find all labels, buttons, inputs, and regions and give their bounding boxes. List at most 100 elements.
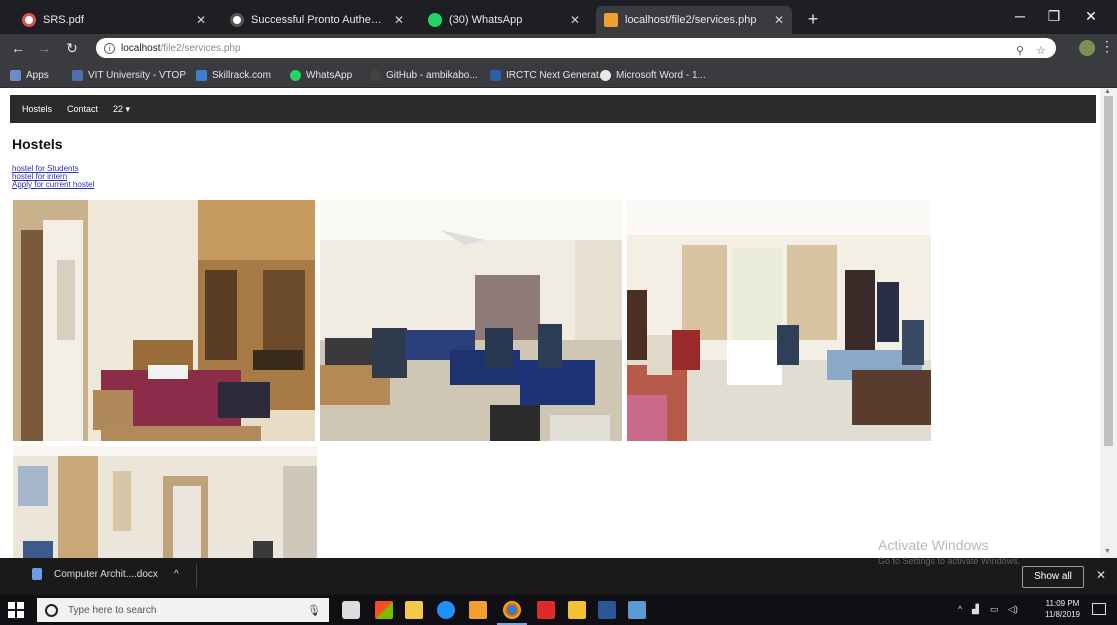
whatsapp-favicon-icon bbox=[428, 13, 442, 27]
word-icon[interactable] bbox=[598, 601, 616, 619]
new-tab-button[interactable]: + bbox=[802, 9, 824, 29]
file-explorer-icon[interactable] bbox=[568, 601, 586, 619]
tab-title: Successful Pronto Authentication bbox=[251, 14, 388, 26]
back-button[interactable]: ← bbox=[8, 38, 28, 58]
chevron-up-icon[interactable]: ^ bbox=[174, 569, 179, 580]
tab-title: localhost/file2/services.php bbox=[625, 14, 757, 26]
bookmark-label: VIT University - VTOP bbox=[88, 69, 186, 81]
bookmark-word[interactable]: Microsoft Word - 1... bbox=[600, 67, 706, 83]
tab-srs-pdf[interactable]: SRS.pdf ✕ bbox=[14, 6, 214, 34]
bookmark-apps[interactable]: Apps bbox=[10, 67, 49, 83]
browser-toolbar: ← → ↻ i localhost/file2/services.php ⚲ ☆ bbox=[0, 34, 1117, 62]
hostel-photo-study-room bbox=[320, 200, 622, 441]
battery-icon[interactable]: ▭ bbox=[990, 604, 999, 615]
download-filename: Computer Archit....docx bbox=[54, 568, 158, 580]
chrome-icon[interactable] bbox=[503, 601, 521, 619]
info-icon[interactable]: i bbox=[104, 42, 115, 54]
globe-icon bbox=[600, 69, 611, 81]
nav-link-hostels[interactable]: Hostels bbox=[22, 104, 52, 114]
bookmark-label: Apps bbox=[26, 69, 49, 81]
close-icon[interactable]: ✕ bbox=[774, 13, 784, 27]
hostel-photo-shared-room bbox=[627, 200, 931, 441]
pdf-favicon-icon bbox=[22, 13, 36, 27]
clock-date: 11/8/2019 bbox=[1045, 610, 1080, 619]
windows-start-icon[interactable] bbox=[8, 602, 24, 618]
action-center-icon[interactable] bbox=[1092, 603, 1106, 615]
browser-tab-strip: SRS.pdf ✕ Successful Pronto Authenticati… bbox=[0, 0, 1117, 34]
github-icon bbox=[370, 69, 381, 81]
tab-title: SRS.pdf bbox=[43, 14, 84, 26]
address-bar[interactable]: i localhost/file2/services.php ⚲ ☆ bbox=[96, 38, 1056, 58]
tab-title: (30) WhatsApp bbox=[449, 14, 523, 26]
store-icon[interactable] bbox=[405, 601, 423, 619]
nav-link-contact[interactable]: Contact bbox=[67, 104, 98, 114]
minimize-button[interactable]: ─ bbox=[1006, 4, 1034, 28]
bookmark-skillrack[interactable]: Skillrack.com bbox=[196, 67, 271, 83]
activate-windows-title: Activate Windows bbox=[878, 537, 989, 553]
tab-localhost-services[interactable]: localhost/file2/services.php ✕ bbox=[596, 6, 792, 34]
bookmark-label: IRCTC Next Generat... bbox=[506, 69, 608, 81]
tab-pronto-auth[interactable]: Successful Pronto Authentication ✕ bbox=[222, 6, 412, 34]
close-icon[interactable]: ✕ bbox=[1096, 568, 1106, 582]
page-viewport: Hostels Contact 22 ▾ Hostels hostel for … bbox=[0, 88, 1100, 558]
download-separator bbox=[196, 564, 197, 588]
url-host: localhost bbox=[121, 42, 161, 54]
site-navbar: Hostels Contact 22 ▾ bbox=[10, 95, 1096, 123]
microphone-icon[interactable]: 🎙 bbox=[307, 604, 321, 617]
network-icon[interactable]: ▟ bbox=[972, 604, 979, 615]
volume-icon[interactable]: ◁) bbox=[1008, 604, 1018, 615]
sublime-icon[interactable] bbox=[469, 601, 487, 619]
download-item[interactable]: Computer Archit....docx ^ bbox=[32, 568, 179, 580]
bookmark-label: Skillrack.com bbox=[212, 69, 271, 81]
close-icon[interactable]: ✕ bbox=[394, 13, 404, 27]
windows-taskbar: Type here to search 🎙 ^ ▟ ▭ ◁) 11:09 PM … bbox=[0, 595, 1117, 625]
page-scrollbar[interactable]: ▲ ▼ bbox=[1100, 88, 1117, 558]
bookmarks-bar: Apps VIT University - VTOP Skillrack.com… bbox=[0, 62, 1117, 88]
network-app-icon[interactable] bbox=[628, 601, 646, 619]
nav-dropdown-22[interactable]: 22 ▾ bbox=[113, 104, 130, 115]
bookmark-label: WhatsApp bbox=[306, 69, 353, 81]
scroll-down-icon[interactable]: ▼ bbox=[1104, 548, 1111, 555]
system-clock[interactable]: 11:09 PM 11/8/2019 bbox=[1045, 598, 1080, 620]
edge-icon[interactable] bbox=[437, 601, 455, 619]
profile-avatar[interactable] bbox=[1079, 40, 1095, 56]
bookmark-irctc[interactable]: IRCTC Next Generat... bbox=[490, 67, 607, 83]
task-view-icon[interactable] bbox=[342, 601, 360, 619]
hostel-photo-room-entrance bbox=[13, 446, 317, 558]
chevron-up-tray-icon[interactable]: ^ bbox=[958, 604, 962, 614]
acrobat-icon[interactable] bbox=[537, 601, 555, 619]
link-apply-hostel[interactable]: Apply for current hostel bbox=[12, 181, 94, 189]
clock-time: 11:09 PM bbox=[1045, 599, 1080, 608]
apps-grid-icon bbox=[10, 69, 21, 81]
restore-button[interactable]: ❐ bbox=[1040, 4, 1068, 28]
url-path: /file2/services.php bbox=[160, 42, 241, 54]
zoom-icon[interactable]: ⚲ bbox=[1016, 44, 1024, 57]
star-bookmark-icon[interactable]: ☆ bbox=[1036, 44, 1046, 57]
word-document-icon bbox=[32, 568, 42, 580]
close-icon[interactable]: ✕ bbox=[570, 13, 580, 27]
cortana-icon bbox=[45, 603, 58, 617]
hostel-photo-single-room bbox=[13, 200, 315, 441]
page-favicon-icon bbox=[604, 13, 618, 27]
hostel-links: hostel for Students hostel for intern Ap… bbox=[12, 165, 94, 189]
photos-app-icon[interactable] bbox=[375, 601, 393, 619]
bookmark-vtop[interactable]: VIT University - VTOP bbox=[72, 67, 186, 83]
reload-button[interactable]: ↻ bbox=[62, 38, 82, 58]
close-icon[interactable]: ✕ bbox=[196, 13, 206, 27]
scroll-up-icon[interactable]: ▲ bbox=[1104, 88, 1111, 95]
close-window-button[interactable]: ✕ bbox=[1077, 4, 1105, 28]
bookmark-label: Microsoft Word - 1... bbox=[616, 69, 706, 81]
menu-kebab-icon[interactable]: ⋮ bbox=[1100, 38, 1114, 55]
globe-favicon-icon bbox=[230, 13, 244, 27]
activate-windows-subtitle: Go to Settings to activate Windows. bbox=[878, 556, 1021, 566]
forward-button[interactable]: → bbox=[34, 38, 54, 58]
scroll-thumb[interactable] bbox=[1104, 96, 1113, 446]
irctc-logo-icon bbox=[490, 69, 501, 81]
bookmark-github[interactable]: GitHub - ambikabo... bbox=[370, 67, 478, 83]
skillrack-logo-icon bbox=[196, 69, 207, 81]
bookmark-whatsapp[interactable]: WhatsApp bbox=[290, 67, 352, 83]
show-all-button[interactable]: Show all bbox=[1022, 566, 1084, 588]
tab-whatsapp[interactable]: (30) WhatsApp ✕ bbox=[420, 6, 588, 34]
taskbar-search-input[interactable]: Type here to search 🎙 bbox=[37, 598, 329, 622]
bookmark-label: GitHub - ambikabo... bbox=[386, 69, 478, 81]
